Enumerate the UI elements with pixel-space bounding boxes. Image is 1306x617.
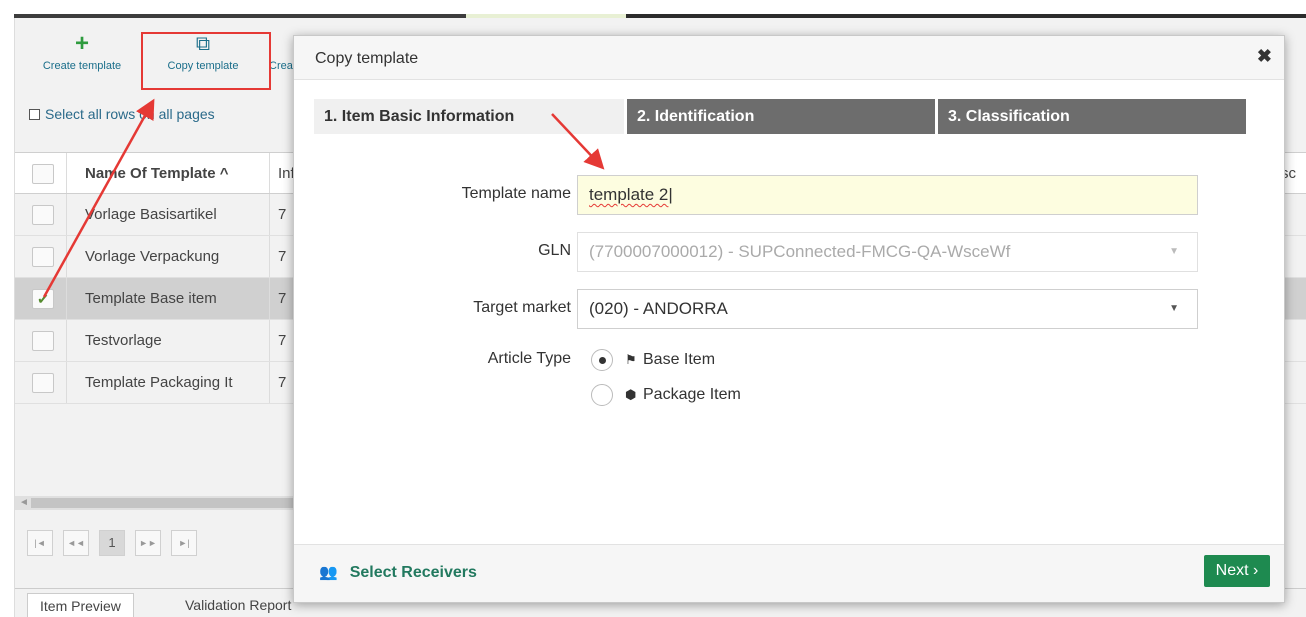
create-template-button[interactable]: + Create template — [27, 30, 137, 73]
horizontal-scrollbar[interactable]: ◄ — [15, 496, 305, 510]
box-icon: ⬢ — [625, 387, 637, 402]
row-name: Template Base item — [67, 278, 270, 319]
chevron-down-icon[interactable]: ▼ — [1169, 290, 1179, 328]
radio-base-item[interactable]: ⚑ Base Item — [591, 349, 715, 371]
current-page[interactable]: 1 — [99, 530, 125, 556]
users-icon: 👥 — [319, 564, 338, 581]
next-button[interactable]: Next › — [1204, 555, 1270, 587]
row-checkbox[interactable] — [32, 373, 54, 393]
dialog-header: Copy template ✖ — [294, 36, 1284, 80]
row-name: Vorlage Basisartikel — [67, 194, 270, 235]
toolbar: + Create template ⧉ Copy template Create — [15, 28, 315, 90]
row-name: Vorlage Verpackung — [67, 236, 270, 277]
scrollbar-thumb[interactable] — [31, 498, 301, 508]
row-checkbox-checked[interactable]: ✔ — [32, 289, 54, 309]
select-all-label: Select all rows on all pages — [45, 106, 215, 122]
copy-template-highlight — [141, 32, 271, 90]
row-name: Testvorlage — [67, 320, 270, 361]
step-identification[interactable]: 2. Identification — [627, 99, 935, 134]
select-receivers-button[interactable]: 👥 Select Receivers — [319, 563, 477, 582]
radio-selected[interactable] — [591, 349, 613, 371]
template-name-value: template 2 — [589, 185, 669, 204]
column-header-name[interactable]: Name Of Template ^ — [67, 153, 270, 193]
gln-label: GLN — [538, 242, 571, 259]
prev-page-button[interactable]: ◄◄ — [63, 530, 89, 556]
next-page-button[interactable]: ►► — [135, 530, 161, 556]
select-receivers-label: Select Receivers — [349, 564, 477, 581]
copy-template-dialog: Copy template ✖ 1. Item Basic Informatio… — [293, 35, 1285, 603]
plus-icon: + — [74, 30, 89, 57]
radio-package-item[interactable]: ⬢ Package Item — [591, 384, 741, 406]
row-checkbox[interactable] — [32, 331, 54, 351]
template-name-input[interactable]: template 2| — [577, 175, 1198, 215]
dialog-title: Copy template — [315, 50, 419, 67]
wizard-steps: 1. Item Basic Information 2. Identificat… — [314, 99, 1246, 134]
select-all-checkbox[interactable] — [29, 109, 40, 120]
select-all-rows[interactable]: Select all rows on all pages — [29, 106, 215, 122]
row-checkbox[interactable] — [32, 205, 54, 225]
last-page-button[interactable]: ►| — [171, 530, 197, 556]
tab-validation-report[interactable]: Validation Report — [173, 593, 303, 617]
radio-unselected[interactable] — [591, 384, 613, 406]
chevron-down-icon: ▼ — [1169, 246, 1179, 257]
target-market-select[interactable]: (020) - ANDORRA ▼ — [577, 289, 1198, 329]
dialog-footer: 👥 Select Receivers Next › — [294, 544, 1284, 602]
package-item-label: Package Item — [643, 386, 741, 404]
scroll-left-icon[interactable]: ◄ — [19, 496, 29, 510]
row-checkbox[interactable] — [32, 247, 54, 267]
gln-select: (7700007000012) - SUPConnected-FMCG-QA-W… — [577, 232, 1198, 272]
close-icon[interactable]: ✖ — [1257, 46, 1272, 67]
flag-icon: ⚑ — [625, 352, 637, 367]
step-item-basic-information[interactable]: 1. Item Basic Information — [314, 99, 624, 134]
target-market-label: Target market — [473, 299, 571, 316]
gln-value: (7700007000012) - SUPConnected-FMCG-QA-W… — [589, 242, 1011, 261]
step-classification[interactable]: 3. Classification — [938, 99, 1246, 134]
top-bar — [0, 0, 1306, 18]
target-market-value: (020) - ANDORRA — [589, 299, 728, 318]
create-template-label: Create template — [42, 60, 122, 72]
base-item-label: Base Item — [643, 351, 716, 369]
first-page-button[interactable]: |◄ — [27, 530, 53, 556]
header-checkbox[interactable] — [32, 164, 54, 184]
tab-item-preview[interactable]: Item Preview — [27, 593, 134, 617]
article-type-label: Article Type — [487, 350, 571, 367]
row-name: Template Packaging It — [67, 362, 270, 403]
template-name-label: Template name — [461, 185, 571, 202]
